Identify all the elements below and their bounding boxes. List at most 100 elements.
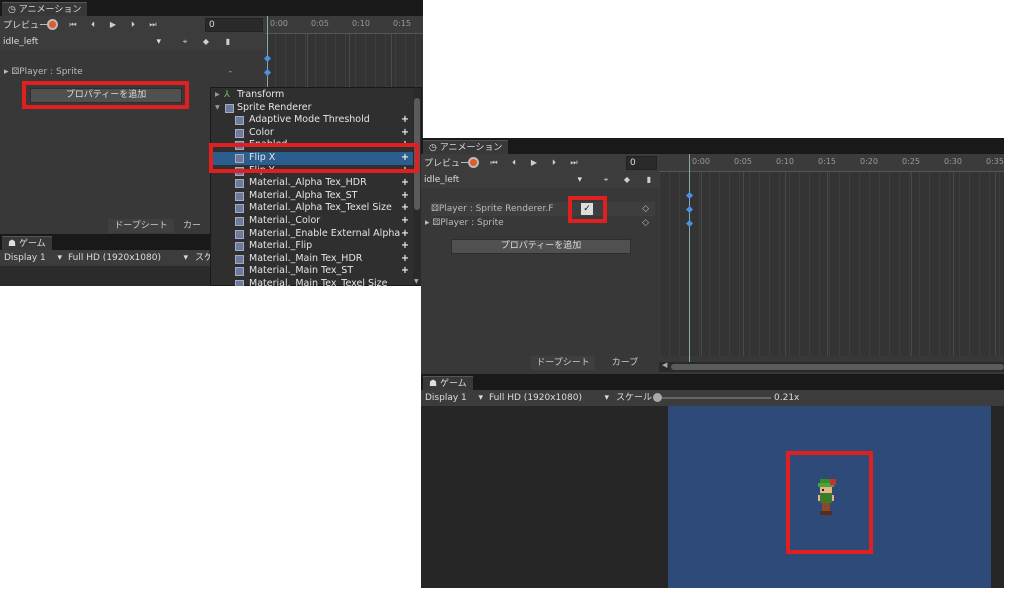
preview-button[interactable]: プレビュー <box>3 18 48 31</box>
add-icon[interactable]: + <box>401 127 409 140</box>
right-game-view <box>421 406 1004 588</box>
right-editor-window: ◷ アニメーション プレビュー ⏮ ⏴ ▶ ⏵ ⏭ 0 idle_left ▾ ⌖… <box>421 138 1004 588</box>
menu-item-transform[interactable]: ▸ ⅄ Transform <box>211 89 413 102</box>
annotation-box <box>568 196 607 223</box>
tick-label: 0:35 <box>986 157 1004 166</box>
right-tab-strip: ◷ アニメーション <box>421 138 1004 154</box>
display-dropdown[interactable]: Display 1 ▾ <box>425 391 483 405</box>
add-icon[interactable]: + <box>401 177 409 190</box>
property-row[interactable]: ▸ ⚄Player : Sprite - <box>4 65 262 79</box>
scale-slider[interactable] <box>653 393 771 402</box>
next-frame-icon[interactable]: ⏵ <box>545 156 563 170</box>
add-property-button[interactable]: プロパティーを追加 <box>451 239 631 254</box>
frame-field[interactable]: 0 <box>626 156 657 170</box>
scroll-down-icon[interactable]: ▼ <box>414 278 419 285</box>
dopesheet-tab[interactable]: ドープシート <box>108 219 174 233</box>
add-icon[interactable]: + <box>401 240 409 253</box>
menu-item[interactable]: Color + <box>211 127 413 140</box>
property-icon <box>235 179 244 189</box>
menu-item[interactable]: Material._Main Tex_Texel Size <box>211 278 413 286</box>
scroll-left-icon[interactable]: ◀ <box>662 361 667 369</box>
menu-item[interactable]: Material._Enable External Alpha + <box>211 228 413 241</box>
timeline-hscrollbar[interactable]: ◀ <box>659 361 1004 372</box>
property-icon <box>235 229 244 239</box>
left-animation-tab[interactable]: ◷ アニメーション <box>2 2 88 16</box>
right-dopesheet-grid[interactable] <box>659 172 1004 356</box>
add-icon[interactable]: + <box>401 253 409 266</box>
prev-frame-icon[interactable]: ⏴ <box>505 156 523 170</box>
add-icon[interactable]: + <box>401 215 409 228</box>
chevron-down-icon: ▾ <box>577 175 582 185</box>
curves-tab[interactable]: カー <box>174 219 210 233</box>
menu-item[interactable]: Material._Main Tex_ST + <box>211 265 413 278</box>
play-icon[interactable]: ▶ <box>525 156 543 170</box>
menu-item[interactable]: Material._Flip + <box>211 240 413 253</box>
transform-icon: ⅄ <box>224 89 230 100</box>
expand-arrow-icon: ▸ <box>215 89 220 100</box>
game-tab[interactable]: ☗ ゲーム <box>2 236 52 250</box>
prev-frame-icon[interactable]: ⏴ <box>84 18 102 32</box>
menu-scrollbar[interactable]: ▼ <box>413 88 421 285</box>
left-timeline-ruler[interactable]: 0:00 0:05 0:10 0:15 <box>265 16 423 34</box>
chevron-down-icon: ▾ <box>183 253 188 263</box>
frame-field[interactable]: 0 <box>205 18 263 32</box>
add-event-icon[interactable]: ▮ <box>219 35 237 49</box>
filter-icon[interactable]: ⌖ <box>597 173 615 187</box>
sprite-renderer-icon <box>225 103 234 113</box>
add-icon[interactable]: + <box>401 114 409 127</box>
property-row-sprite[interactable]: ▸ ⚄Player : Sprite ◇ <box>425 216 655 230</box>
add-icon[interactable]: + <box>401 228 409 241</box>
menu-item[interactable]: Material._Main Tex_HDR + <box>211 253 413 266</box>
first-key-icon[interactable]: ⏮ <box>485 156 503 170</box>
first-key-icon[interactable]: ⏮ <box>64 18 82 32</box>
add-key-icon[interactable]: ◆ <box>618 173 636 187</box>
remove-icon[interactable]: - <box>229 65 232 79</box>
curves-tab[interactable]: カーブ <box>595 356 655 370</box>
playhead[interactable] <box>689 154 690 364</box>
menu-item[interactable]: Material._Alpha Tex_Texel Size + <box>211 202 413 215</box>
resolution-dropdown[interactable]: Full HD (1920x1080) ▾ <box>489 391 609 405</box>
resolution-dropdown[interactable]: Full HD (1920x1080) ▾ <box>68 251 188 265</box>
filter-icon[interactable]: ⌖ <box>176 35 194 49</box>
add-property-menu: ▸ ⅄ Transform ▾ Sprite Renderer Adaptive… <box>210 87 422 286</box>
add-icon[interactable]: + <box>401 202 409 215</box>
right-clip-bar: idle_left ▾ ⌖ ◆ ▮ <box>421 172 659 188</box>
clip-dropdown[interactable]: idle_left ▾ <box>3 35 161 49</box>
key-diamond-icon[interactable]: ◇ <box>642 202 649 216</box>
clock-icon: ◷ <box>8 5 19 15</box>
last-key-icon[interactable]: ⏭ <box>144 18 162 32</box>
menu-item[interactable]: Material._Alpha Tex_HDR + <box>211 177 413 190</box>
property-row-flip[interactable]: ⚄Player : Sprite Renderer.F ✓ ◇ <box>431 202 655 216</box>
play-icon[interactable]: ▶ <box>104 18 122 32</box>
key-diamond-icon[interactable]: ◇ <box>642 216 649 230</box>
add-icon[interactable]: + <box>401 265 409 278</box>
property-icon <box>235 267 244 277</box>
add-event-icon[interactable]: ▮ <box>640 173 658 187</box>
record-icon[interactable] <box>468 157 479 168</box>
menu-item[interactable]: Material._Color + <box>211 215 413 228</box>
preview-button[interactable]: プレビュー <box>424 156 469 169</box>
last-key-icon[interactable]: ⏭ <box>565 156 583 170</box>
menu-item-sprite-renderer[interactable]: ▾ Sprite Renderer <box>211 102 413 115</box>
clock-icon: ◷ <box>429 143 440 153</box>
menu-item[interactable]: Material._Alpha Tex_ST + <box>211 190 413 203</box>
right-animation-tab[interactable]: ◷ アニメーション <box>423 140 509 154</box>
tick-label: 0:05 <box>734 157 752 166</box>
display-dropdown[interactable]: Display 1 ▾ <box>4 251 62 265</box>
dopesheet-tab[interactable]: ドープシート <box>531 356 595 370</box>
right-game-toolbar: Display 1 ▾ Full HD (1920x1080) ▾ スケール 0.2… <box>421 390 1004 406</box>
tick-label: 0:10 <box>776 157 794 166</box>
property-icon <box>235 280 244 286</box>
next-frame-icon[interactable]: ⏵ <box>124 18 142 32</box>
record-icon[interactable] <box>47 19 58 30</box>
chevron-down-icon: ▾ <box>604 393 609 403</box>
right-timeline-ruler[interactable]: 0:00 0:05 0:10 0:15 0:20 0:25 0:30 0:35 <box>659 154 1004 172</box>
menu-item[interactable]: Adaptive Mode Threshold + <box>211 114 413 127</box>
timeline-scroll-thumb[interactable] <box>671 364 1004 370</box>
clip-dropdown[interactable]: idle_left ▾ <box>424 173 582 187</box>
game-tab[interactable]: ☗ ゲーム <box>423 376 473 390</box>
add-key-icon[interactable]: ◆ <box>197 35 215 49</box>
add-icon[interactable]: + <box>401 190 409 203</box>
scale-slider-handle[interactable] <box>653 393 662 402</box>
property-icon <box>235 254 244 264</box>
